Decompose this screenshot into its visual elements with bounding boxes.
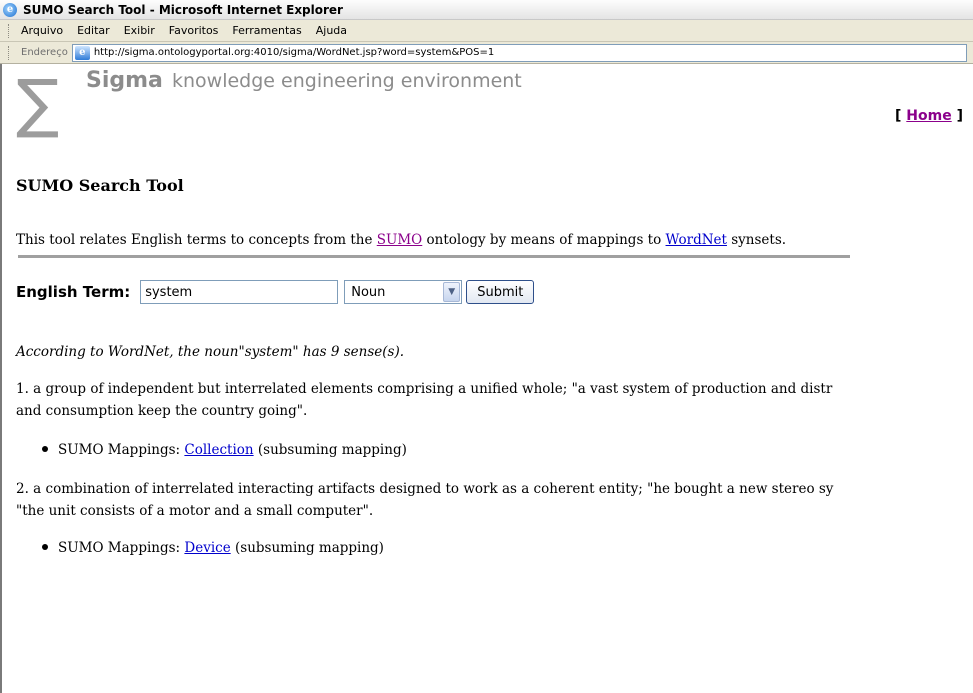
mapping-prefix: SUMO Mappings:	[58, 540, 185, 556]
address-field[interactable]: e http://sigma.ontologyportal.org:4010/s…	[71, 43, 967, 62]
brand-name: Sigma	[86, 68, 163, 93]
menu-ajuda[interactable]: Ajuda	[316, 24, 347, 37]
collection-link[interactable]: Collection	[184, 442, 253, 458]
sense-1-mapping: SUMO Mappings: Collection (subsuming map…	[42, 442, 407, 458]
results-summary: According to WordNet, the noun"system" h…	[16, 344, 405, 360]
search-form: English Term: Noun ▼ Submit	[16, 280, 535, 304]
toolbar-grip[interactable]	[8, 45, 11, 60]
wordnet-link[interactable]: WordNet	[666, 232, 727, 248]
menu-ferramentas[interactable]: Ferramentas	[232, 24, 301, 37]
bullet-icon	[42, 544, 48, 550]
pos-select[interactable]: Noun ▼	[344, 280, 463, 304]
home-link[interactable]: Home	[906, 108, 951, 124]
home-bracket-open: [	[895, 108, 907, 124]
internet-explorer-icon: e	[3, 2, 17, 17]
brand-header: Sigma knowledge engineering environment	[86, 68, 522, 93]
toolbar-grip[interactable]	[8, 23, 11, 38]
page-icon: e	[74, 45, 90, 60]
bullet-icon	[42, 446, 48, 452]
window-title: SUMO Search Tool - Microsoft Internet Ex…	[23, 2, 343, 17]
chevron-down-icon[interactable]: ▼	[443, 282, 461, 302]
menu-favoritos[interactable]: Favoritos	[169, 24, 219, 37]
mapping-prefix: SUMO Mappings:	[58, 442, 185, 458]
sumo-link[interactable]: SUMO	[377, 232, 423, 248]
divider	[18, 255, 850, 258]
submit-button[interactable]: Submit	[466, 280, 535, 304]
intro-pre: This tool relates English terms to conce…	[16, 232, 377, 248]
mapping-suffix: (subsuming mapping)	[253, 442, 407, 458]
mapping-suffix: (subsuming mapping)	[230, 540, 384, 556]
pos-selected-value: Noun	[351, 284, 386, 300]
intro-text: This tool relates English terms to conce…	[16, 232, 786, 248]
sense-2-line-1: 2. a combination of interrelated interac…	[16, 481, 834, 497]
window-title-bar: e SUMO Search Tool - Microsoft Internet …	[0, 0, 973, 20]
address-url[interactable]: http://sigma.ontologyportal.org:4010/sig…	[94, 47, 494, 58]
sigma-logo: ∑	[16, 67, 76, 141]
page-content: ∑ Sigma knowledge engineering environmen…	[0, 64, 973, 693]
home-link-group: [ Home ]	[895, 108, 963, 124]
sense-1-text: 1. a group of independent but interrelat…	[16, 378, 973, 422]
brand-tagline: knowledge engineering environment	[172, 70, 522, 92]
sense-2-mapping: SUMO Mappings: Device (subsuming mapping…	[42, 540, 384, 556]
menu-arquivo[interactable]: Arquivo	[21, 24, 63, 37]
sense-2-line-2: "the unit consists of a motor and a smal…	[16, 503, 374, 519]
sense-1-line-2: and consumption keep the country going".	[16, 403, 308, 419]
page-title: SUMO Search Tool	[16, 176, 184, 195]
english-term-label: English Term:	[16, 283, 131, 301]
sigma-icon: ∑	[16, 67, 60, 141]
sense-1-line-1: 1. a group of independent but interrelat…	[16, 381, 833, 397]
device-link[interactable]: Device	[184, 540, 230, 556]
menu-bar: Arquivo Editar Exibir Favoritos Ferramen…	[0, 20, 973, 42]
intro-mid: ontology by means of mappings to	[422, 232, 666, 248]
menu-exibir[interactable]: Exibir	[124, 24, 155, 37]
sense-2-text: 2. a combination of interrelated interac…	[16, 478, 973, 522]
english-term-input[interactable]	[140, 280, 339, 304]
intro-post: synsets.	[726, 232, 787, 248]
address-label: Endereço	[21, 47, 68, 58]
home-bracket-close: ]	[951, 108, 963, 124]
menu-editar[interactable]: Editar	[77, 24, 110, 37]
address-bar: Endereço e http://sigma.ontologyportal.o…	[0, 42, 973, 64]
